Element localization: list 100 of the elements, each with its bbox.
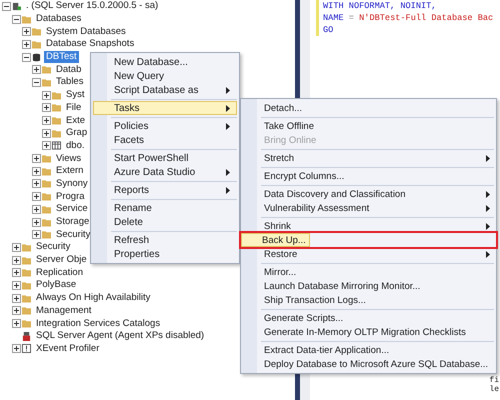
tree-item[interactable]: Views	[54, 152, 84, 165]
menu-item[interactable]: Delete	[93, 215, 237, 229]
expand-icon[interactable]	[22, 27, 31, 36]
menu-item[interactable]: Take Offline	[243, 119, 494, 133]
submenu-arrow-icon	[226, 104, 230, 112]
expand-icon[interactable]	[32, 192, 41, 202]
menu-item[interactable]: Start PowerShell	[93, 151, 237, 165]
tree-item[interactable]: Extern	[54, 165, 86, 178]
expand-icon[interactable]	[22, 40, 31, 49]
tree-item[interactable]: Databases	[34, 13, 84, 26]
menu-item[interactable]: Detach...	[243, 101, 494, 115]
expand-icon[interactable]	[12, 344, 21, 354]
menu-item[interactable]: Stretch	[243, 151, 494, 165]
expand-icon[interactable]	[32, 179, 41, 188]
expand-icon[interactable]	[42, 90, 51, 100]
tree-item[interactable]: System Databases	[44, 26, 128, 38]
code-line: WITH NOFORMAT, NOINIT,	[323, 0, 438, 12]
table-icon	[52, 141, 61, 150]
tree-item[interactable]: Database Snapshots	[44, 38, 136, 50]
tree-item[interactable]: Integration Services Catalogs	[34, 318, 162, 330]
menu-item[interactable]: Launch Database Mirroring Monitor...	[243, 279, 494, 293]
tree-item[interactable]: File	[64, 102, 84, 114]
tree-item[interactable]: PolyBase	[34, 279, 78, 292]
tree-item[interactable]: Always On High Availability	[34, 292, 152, 304]
expand-icon[interactable]	[32, 154, 41, 164]
menu-item[interactable]: Ship Transaction Logs...	[243, 293, 494, 307]
menu-item[interactable]: Encrypt Columns...	[243, 169, 494, 183]
tree-item[interactable]: Service	[54, 203, 90, 216]
expand-icon[interactable]	[32, 230, 41, 240]
tree-item[interactable]: SQL Server Agent (Agent XPs disabled)	[34, 330, 206, 342]
menu-item[interactable]: New Query	[93, 69, 237, 83]
menu-item[interactable]: Azure Data Studio	[93, 165, 237, 179]
tree-item[interactable]: Server Obje	[34, 254, 89, 266]
expand-icon[interactable]	[32, 218, 41, 227]
menu-item[interactable]: Shrink	[243, 219, 494, 233]
submenu-arrow-icon	[486, 154, 490, 162]
collapse-icon[interactable]	[32, 78, 41, 87]
menu-item[interactable]: Mirror...	[243, 265, 494, 279]
menu-item[interactable]: Reports	[93, 183, 237, 197]
profiler-icon	[22, 344, 31, 354]
expand-icon[interactable]	[42, 128, 51, 138]
tree-item[interactable]: Storage	[54, 216, 92, 228]
expand-icon[interactable]	[32, 166, 41, 176]
menu-item[interactable]: Properties	[93, 247, 237, 261]
expand-icon[interactable]	[32, 65, 41, 74]
tree-item[interactable]: Exte	[64, 114, 88, 127]
menu-item[interactable]: Tasks	[93, 101, 237, 115]
tree-item[interactable]: Security	[34, 241, 72, 254]
expand-icon[interactable]	[12, 319, 21, 328]
menu-item[interactable]: New Database...	[93, 55, 237, 69]
tree-item[interactable]: . (SQL Server 15.0.2000.5 - sa)	[24, 0, 160, 12]
submenu-arrow-icon	[226, 122, 230, 130]
collapse-icon[interactable]	[22, 52, 31, 62]
tree-item[interactable]: Tables	[54, 76, 86, 88]
menu-item[interactable]: Generate In-Memory OLTP Migration Checklists	[243, 325, 494, 339]
tree-item[interactable]: Synony	[54, 178, 90, 190]
submenu-arrow-icon	[486, 250, 490, 258]
menu-item[interactable]: Script Database as	[93, 83, 237, 97]
expand-icon[interactable]	[42, 116, 51, 126]
menu-item[interactable]: Deploy Database to Microsoft Azure SQL Database...	[243, 357, 494, 371]
tree-item[interactable]: dbo.	[64, 140, 86, 152]
tree-item[interactable]: DBTest	[44, 51, 79, 64]
menu-item[interactable]: Policies	[93, 119, 237, 133]
tree-item[interactable]: Replication	[34, 266, 85, 279]
menu-item[interactable]: Rename	[93, 201, 237, 215]
code-fragment: fi	[489, 376, 499, 385]
menu-item[interactable]: Data Discovery and Classification	[243, 187, 494, 201]
code-fragment: le	[489, 385, 499, 394]
expand-icon[interactable]	[12, 242, 21, 252]
menu-item[interactable]: Generate Scripts...	[243, 311, 494, 325]
tree-item[interactable]: Progra	[54, 190, 87, 203]
tree-item[interactable]: Management	[34, 304, 94, 317]
expand-icon[interactable]	[12, 268, 21, 278]
expand-icon[interactable]	[12, 294, 21, 303]
tree-item[interactable]: Syst	[64, 89, 86, 102]
expand-icon[interactable]	[32, 204, 41, 214]
expand-icon[interactable]	[12, 306, 21, 316]
expand-icon[interactable]	[42, 141, 51, 150]
expand-icon[interactable]	[42, 103, 51, 112]
submenu-arrow-icon	[226, 168, 230, 176]
collapse-icon[interactable]	[12, 14, 21, 24]
submenu-arrow-icon	[486, 222, 490, 230]
server-icon	[12, 2, 21, 11]
expand-icon[interactable]	[12, 280, 21, 290]
menu-item[interactable]: Restore	[243, 247, 494, 261]
menu-item[interactable]: Extract Data-tier Application...	[243, 343, 494, 357]
tree-item[interactable]: Security	[54, 228, 92, 241]
tree-item[interactable]: Datab	[54, 64, 84, 76]
collapse-icon[interactable]	[2, 2, 11, 11]
menu-item[interactable]: Back Up...	[241, 233, 310, 247]
database-icon	[32, 52, 41, 62]
menu-item[interactable]: Facets	[93, 133, 237, 147]
menu-item[interactable]: Vulnerability Assessment	[243, 201, 494, 215]
agent-icon	[22, 332, 31, 341]
expand-icon[interactable]	[12, 256, 21, 265]
change-bar	[316, 0, 319, 36]
tree-item[interactable]: XEvent Profiler	[34, 342, 102, 355]
code-line: GO	[323, 24, 334, 36]
menu-item[interactable]: Refresh	[93, 233, 237, 247]
tree-item[interactable]: Grap	[64, 127, 90, 140]
